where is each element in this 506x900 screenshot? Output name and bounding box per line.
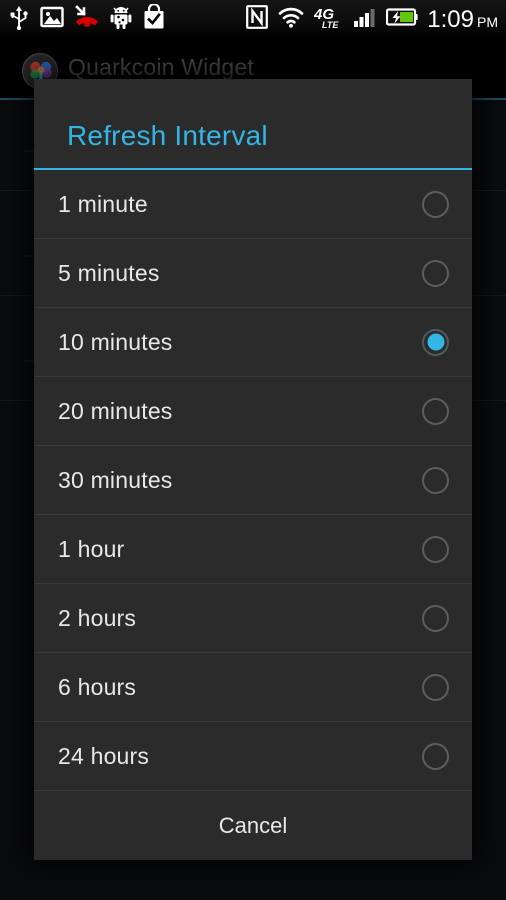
missed-call-icon [74, 4, 100, 35]
radio-button[interactable] [422, 466, 449, 494]
option-row[interactable]: 1 hour [34, 515, 472, 584]
radio-button[interactable] [422, 397, 449, 425]
option-row[interactable]: 20 minutes [34, 377, 472, 446]
option-label: 6 hours [58, 673, 137, 700]
option-label: 24 hours [58, 742, 150, 769]
option-row[interactable]: 1 minute [34, 170, 472, 239]
option-row[interactable]: 24 hours [34, 722, 472, 791]
option-row[interactable]: 6 hours [34, 653, 472, 722]
status-bar-clock: 1:09 PM [427, 5, 498, 33]
status-bar-left-icons [0, 3, 166, 35]
cancel-button[interactable]: Cancel [34, 791, 472, 860]
option-label: 10 minutes [58, 328, 173, 355]
radio-button[interactable] [422, 742, 449, 770]
wifi-icon [277, 5, 305, 34]
option-label: 5 minutes [58, 259, 160, 286]
action-bar-title: Quarkcoin Widget [68, 54, 254, 80]
cancel-button-label: Cancel [218, 812, 288, 838]
option-row[interactable]: 5 minutes [34, 239, 472, 308]
battery-charging-icon [386, 7, 418, 32]
dialog-title-bar: Refresh Interval [34, 79, 472, 170]
radio-button[interactable] [422, 259, 449, 287]
usb-icon [8, 4, 30, 35]
nfc-icon [246, 5, 269, 34]
screenshot-image-icon [40, 5, 64, 34]
radio-button[interactable] [422, 604, 449, 632]
android-debug-icon [110, 4, 132, 35]
radio-button[interactable] [422, 673, 449, 701]
refresh-interval-dialog: Refresh Interval 1 minute 5 minutes 10 min… [34, 79, 472, 860]
phone-screen: Quarkcoin Widget 4G LTE 1:09 PM Refresh … [0, 0, 506, 900]
svg-text:LTE: LTE [322, 20, 339, 30]
dialog-title: Refresh Interval [67, 120, 268, 151]
status-bar-right-icons: 4G LTE 1:09 PM [246, 4, 506, 35]
option-label: 30 minutes [58, 466, 173, 493]
network-4glte-icon: 4G LTE [313, 4, 344, 35]
option-label: 1 hour [58, 535, 125, 562]
status-bar: 4G LTE 1:09 PM [0, 0, 506, 40]
cellular-signal-icon [353, 5, 377, 34]
option-label: 1 minute [58, 190, 148, 217]
clock-time: 1:09 [427, 5, 474, 33]
option-row[interactable]: 2 hours [34, 584, 472, 653]
clock-ampm: PM [477, 13, 498, 30]
radio-button[interactable] [422, 535, 449, 563]
option-label: 20 minutes [58, 397, 173, 424]
refresh-interval-options-list[interactable]: 1 minute 5 minutes 10 minutes 20 minutes 30 … [34, 170, 472, 791]
option-row[interactable]: 10 minutes [34, 308, 472, 377]
option-row[interactable]: 30 minutes [34, 446, 472, 515]
play-store-bag-check-icon [142, 3, 166, 35]
option-label: 2 hours [58, 604, 137, 631]
radio-button[interactable] [422, 190, 449, 218]
radio-button-selected[interactable] [422, 328, 449, 356]
